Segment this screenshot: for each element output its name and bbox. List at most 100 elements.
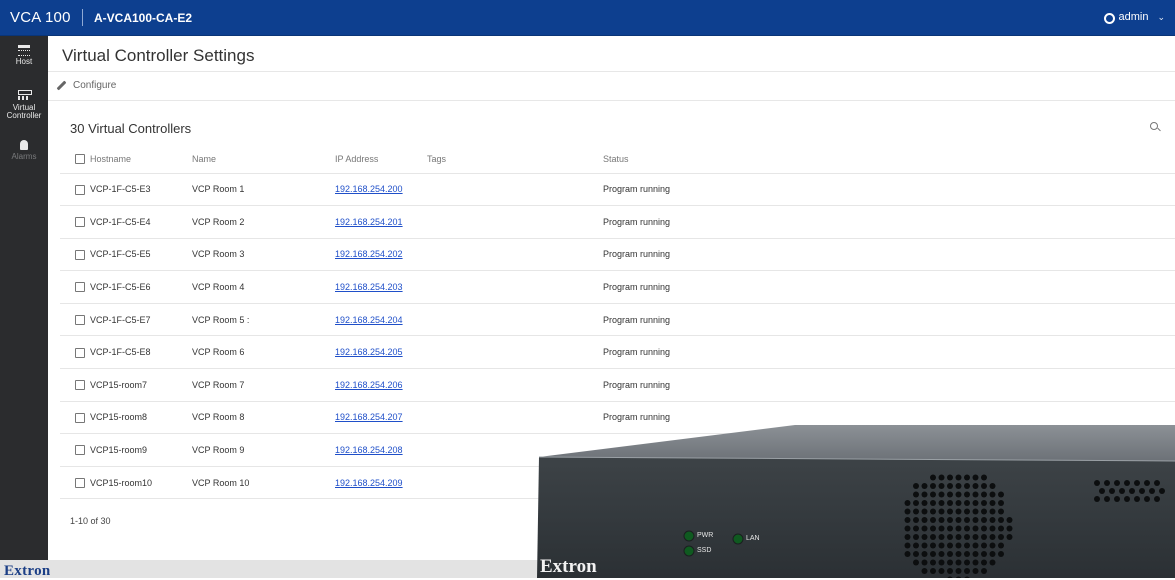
table-row[interactable]: VCP-1F-C5-E5 VCP Room 3 192.168.254.202 Pro…: [60, 237, 1175, 271]
lan-led-label: LAN: [746, 535, 760, 542]
cell-name: VCP Room 9: [192, 433, 335, 467]
column-header-ip[interactable]: IP Address: [335, 145, 427, 173]
cell-ip: 192.168.254.201: [335, 205, 427, 239]
hardware-logo: Extron: [540, 556, 597, 577]
cell-ip: 192.168.254.209: [335, 465, 427, 500]
cell-name: VCP Room 8: [192, 400, 335, 434]
cell-status: Program running: [603, 270, 1175, 304]
ip-link[interactable]: 192.168.254.204: [335, 315, 403, 325]
pencil-icon: [56, 80, 67, 91]
cell-name: VCP Room 1: [192, 172, 335, 206]
header-divider: [82, 9, 83, 26]
virtual-controller-icon: [18, 89, 32, 101]
cell-tags: [427, 368, 603, 402]
search-icon[interactable]: [1150, 122, 1161, 133]
pagination-label: 1-10 of 30: [70, 516, 111, 526]
table-row[interactable]: VCP-1F-C5-E4 VCP Room 2 192.168.254.201 Pro…: [60, 205, 1175, 239]
configure-button[interactable]: Configure: [56, 80, 116, 91]
row-checkbox[interactable]: [75, 347, 85, 358]
cell-status: Program running: [603, 237, 1175, 271]
cell-ip: 192.168.254.200: [335, 172, 427, 206]
row-checkbox[interactable]: [75, 249, 85, 260]
top-bar: VCA 100 A-VCA100-CA-E2 admin ⌄: [0, 0, 1175, 36]
cell-name: VCP Room 10: [192, 465, 335, 500]
ip-link[interactable]: 192.168.254.205: [335, 347, 403, 357]
cell-hostname: VCP15-room9: [90, 433, 192, 467]
sidebar-item-label: Host: [15, 57, 33, 66]
row-checkbox[interactable]: [75, 282, 85, 293]
table-header-row: Hostname Name IP Address Tags Status: [60, 145, 1175, 173]
column-header-name[interactable]: Name: [192, 145, 335, 173]
divider: [48, 100, 1175, 101]
row-checkbox[interactable]: [75, 477, 85, 488]
column-header-tags[interactable]: Tags: [427, 145, 603, 173]
cell-ip: 192.168.254.203: [335, 270, 427, 304]
product-name: VCA 100: [10, 9, 71, 26]
table-row[interactable]: VCP15-room7 VCP Room 7 192.168.254.206 Prog…: [60, 368, 1175, 402]
ip-link[interactable]: 192.168.254.200: [335, 184, 403, 194]
cell-status: Program running: [603, 205, 1175, 239]
cell-tags: [427, 205, 603, 239]
cell-ip: 192.168.254.204: [335, 302, 427, 336]
hardware-photo: PWR SSD LAN Extron: [537, 425, 1175, 578]
sidebar: Host Virtual Controller Alarms: [0, 36, 48, 578]
row-checkbox[interactable]: [75, 380, 85, 391]
ip-link[interactable]: 192.168.254.206: [335, 380, 403, 390]
ip-link[interactable]: 192.168.254.201: [335, 217, 403, 227]
pwr-led-label: PWR: [697, 532, 714, 539]
table-row[interactable]: VCP-1F-C5-E8 VCP Room 6 192.168.254.205 Pro…: [60, 335, 1175, 369]
cell-hostname: VCP-1F-C5-E4: [90, 205, 192, 239]
cell-ip: 192.168.254.202: [335, 237, 427, 271]
cell-tags: [427, 237, 603, 271]
cell-name: VCP Room 4: [192, 270, 335, 304]
column-header-hostname[interactable]: Hostname: [90, 145, 192, 173]
cell-hostname: VCP15-room7: [90, 368, 192, 402]
sidebar-item-alarms[interactable]: Alarms: [0, 140, 48, 161]
bell-icon: [20, 140, 28, 150]
cell-status: Program running: [603, 335, 1175, 369]
cell-hostname: VCP-1F-C5-E5: [90, 237, 192, 271]
table-row[interactable]: VCP-1F-C5-E3 VCP Room 1 192.168.254.200 Pro…: [60, 172, 1175, 206]
row-checkbox[interactable]: [75, 412, 85, 423]
ssd-led-label: SSD: [697, 547, 712, 554]
sidebar-item-virtual-controller[interactable]: Virtual Controller: [0, 89, 48, 120]
table-row[interactable]: VCP-1F-C5-E7 VCP Room 5 :192.168.254.204 P…: [60, 302, 1175, 336]
cell-hostname: VCP-1F-C5-E6: [90, 270, 192, 304]
host-icon: [18, 45, 30, 56]
cell-hostname: VCP15-room10: [90, 465, 192, 500]
cell-tags: [427, 302, 603, 336]
column-header-status[interactable]: Status: [603, 145, 1175, 173]
ip-link[interactable]: 192.168.254.207: [335, 412, 403, 422]
cell-status: Program running: [603, 368, 1175, 402]
cell-name: VCP Room 7: [192, 368, 335, 402]
table-row[interactable]: VCP-1F-C5-E6 VCP Room 4 192.168.254.203 Pro…: [60, 270, 1175, 304]
cell-tags: [427, 270, 603, 304]
cell-name: VCP Room 5 :: [192, 302, 335, 336]
user-icon: [1102, 12, 1116, 24]
user-menu[interactable]: admin ⌄: [1102, 11, 1165, 24]
ip-link[interactable]: 192.168.254.208: [335, 445, 403, 455]
cell-status: Program running: [603, 172, 1175, 206]
cell-name: VCP Room 3: [192, 237, 335, 271]
user-name: admin: [1118, 11, 1149, 23]
cell-tags: [427, 335, 603, 369]
cell-ip: 192.168.254.207: [335, 400, 427, 434]
row-checkbox[interactable]: [75, 314, 85, 325]
cell-name: VCP Room 6: [192, 335, 335, 369]
divider: [48, 71, 1175, 72]
row-checkbox[interactable]: [75, 184, 85, 195]
ip-link[interactable]: 192.168.254.209: [335, 478, 403, 488]
row-checkbox[interactable]: [75, 217, 85, 228]
chevron-down-icon: ⌄: [1157, 11, 1165, 22]
row-checkbox[interactable]: [75, 445, 85, 456]
cell-ip: 192.168.254.206: [335, 368, 427, 402]
cell-hostname: VCP-1F-C5-E7: [90, 302, 192, 336]
select-all-checkbox[interactable]: [75, 154, 85, 165]
cell-status: Program running: [603, 302, 1175, 336]
sidebar-item-host[interactable]: Host: [0, 45, 48, 66]
cell-ip: 192.168.254.208: [335, 433, 427, 467]
device-name: A-VCA100-CA-E2: [94, 11, 193, 25]
ip-link[interactable]: 192.168.254.202: [335, 249, 403, 259]
ip-link[interactable]: 192.168.254.203: [335, 282, 403, 292]
sidebar-item-label: Virtual Controller: [6, 103, 42, 120]
